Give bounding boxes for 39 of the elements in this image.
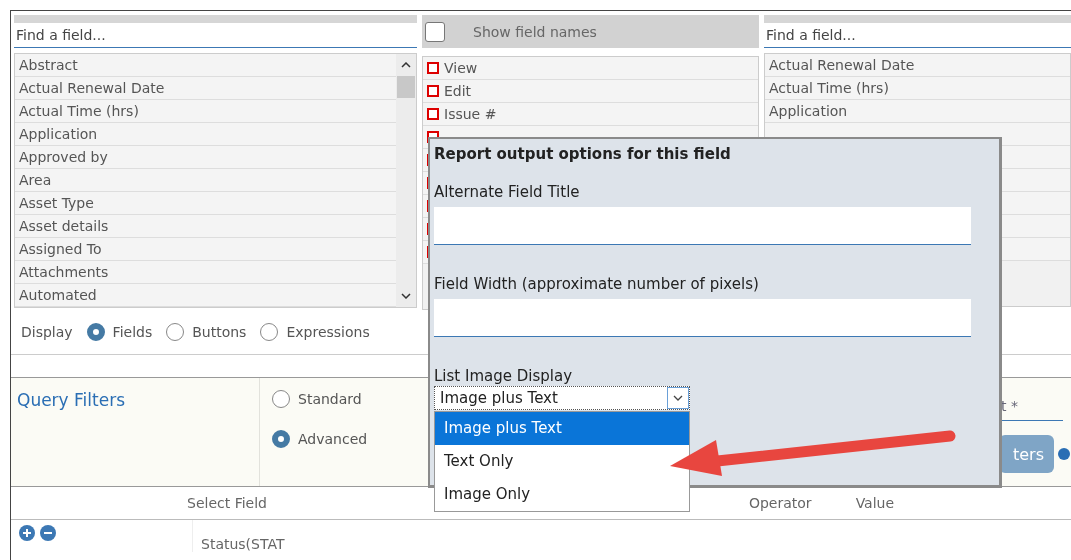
- display-option[interactable]: Buttons: [166, 323, 247, 341]
- selected-field-label: View: [444, 59, 478, 78]
- input-field[interactable]: [434, 207, 971, 245]
- dropdown-option[interactable]: Image plus Text: [435, 412, 689, 445]
- minus-circle-icon[interactable]: [40, 525, 56, 541]
- field-label: Alternate Field Title: [434, 183, 581, 201]
- help-icon[interactable]: [1058, 448, 1071, 460]
- column-header: Operator: [748, 495, 812, 511]
- chevron-down-icon[interactable]: [401, 293, 411, 299]
- plus-circle-icon[interactable]: [19, 525, 35, 541]
- display-label: Display: [21, 324, 73, 340]
- query-filters-title: Query Filters: [11, 378, 260, 486]
- column-header: Value: [855, 495, 895, 511]
- scrollbar-thumb[interactable]: [397, 76, 415, 98]
- scrollbar[interactable]: [396, 54, 416, 307]
- field-label: List Image Display: [434, 367, 574, 385]
- image-display-dropdown[interactable]: Image plus Text: [434, 386, 690, 410]
- field-label: Field Width (approximate number of pixels): [434, 275, 760, 293]
- table-cell: Status(STAT: [192, 520, 285, 552]
- input-field[interactable]: [434, 299, 971, 337]
- dropdown-option[interactable]: Image Only: [435, 478, 689, 511]
- selected-field-label: Edit: [444, 82, 472, 101]
- chevron-up-icon[interactable]: [401, 62, 411, 68]
- dialog-title: Report output options for this field: [434, 145, 732, 163]
- radio-button[interactable]: [272, 390, 290, 408]
- display-option[interactable]: Expressions: [260, 323, 370, 341]
- checkbox[interactable]: [425, 21, 445, 42]
- radio-button[interactable]: [166, 323, 185, 341]
- square-icon: [427, 108, 439, 120]
- radio-button[interactable]: [272, 430, 290, 448]
- show-field-names-label: Show field names: [473, 23, 597, 40]
- chevron-down-icon: [673, 395, 683, 401]
- display-option[interactable]: Fields: [86, 323, 153, 341]
- radio-button[interactable]: [260, 323, 279, 341]
- radio-button[interactable]: [86, 323, 105, 341]
- selected-field-label: Issue #: [444, 105, 497, 124]
- column-header: Select Field: [187, 495, 267, 511]
- square-icon: [427, 62, 439, 74]
- square-icon: [427, 85, 439, 97]
